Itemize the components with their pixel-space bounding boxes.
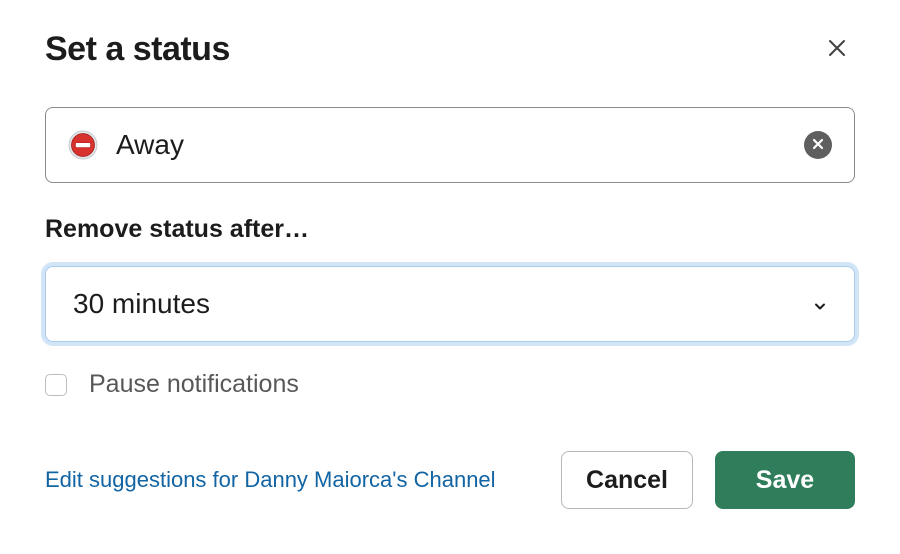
clear-status-button[interactable] (804, 131, 832, 159)
edit-suggestions-link[interactable]: Edit suggestions for Danny Maiorca's Cha… (45, 467, 496, 493)
modal-title: Set a status (45, 30, 230, 69)
duration-select-wrapper: 30 minutes (45, 266, 855, 342)
pause-notifications-row: Pause notifications (45, 370, 855, 399)
cancel-button[interactable]: Cancel (561, 451, 693, 509)
duration-label: Remove status after… (45, 215, 855, 244)
duration-selected-value: 30 minutes (73, 288, 210, 320)
modal-footer: Edit suggestions for Danny Maiorca's Cha… (45, 451, 855, 509)
duration-select[interactable]: 30 minutes (45, 266, 855, 342)
chevron-down-icon (813, 288, 827, 320)
status-text-input[interactable] (116, 129, 804, 161)
x-icon (811, 137, 825, 154)
pause-notifications-label: Pause notifications (89, 370, 299, 399)
modal-header: Set a status (45, 30, 855, 69)
save-button[interactable]: Save (715, 451, 855, 509)
pause-notifications-checkbox[interactable] (45, 374, 67, 396)
close-button[interactable] (819, 30, 855, 69)
no-entry-icon[interactable] (68, 130, 98, 160)
status-input-wrapper[interactable] (45, 107, 855, 183)
close-icon (825, 36, 849, 63)
footer-buttons: Cancel Save (561, 451, 855, 509)
